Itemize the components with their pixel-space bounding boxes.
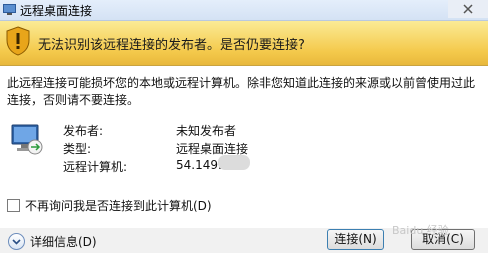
shield-warning-icon: [6, 26, 30, 56]
remote-computer-value: 54.149.: [176, 158, 222, 172]
warning-banner: 无法识别该远程连接的发布者。是否仍要连接?: [0, 21, 488, 66]
details-toggle[interactable]: 详细信息(D): [30, 233, 97, 250]
warning-text: 此远程连接可能损坏您的本地或远程计算机。除非您知道此连接的来源或以前曾使用过此连…: [7, 76, 476, 107]
publisher-value: 未知发布者: [176, 124, 237, 138]
dialog-content: 此远程连接可能损坏您的本地或远程计算机。除非您知道此连接的来源或以前曾使用过此连…: [0, 66, 488, 228]
title-bar: 远程桌面连接: [0, 0, 488, 21]
chevron-down-icon[interactable]: [8, 233, 25, 250]
remote-desktop-icon: [3, 4, 16, 15]
baidu-watermark: Baidu 经验: [392, 224, 449, 237]
dont-ask-label[interactable]: 不再询问我是否连接到此计算机(D): [25, 197, 212, 214]
banner-message: 无法识别该远程连接的发布者。是否仍要连接?: [38, 38, 305, 53]
connect-button[interactable]: 连接(N): [327, 229, 384, 250]
close-icon[interactable]: [448, 0, 488, 18]
type-label: 类型:: [63, 142, 92, 156]
dont-ask-checkbox[interactable]: [7, 199, 20, 212]
remote-computer-icon: [11, 124, 43, 155]
publisher-label: 发布者:: [63, 124, 104, 138]
remote-computer-label: 远程计算机:: [63, 160, 128, 174]
redacted-address: [218, 155, 250, 170]
window-title: 远程桌面连接: [20, 4, 93, 18]
